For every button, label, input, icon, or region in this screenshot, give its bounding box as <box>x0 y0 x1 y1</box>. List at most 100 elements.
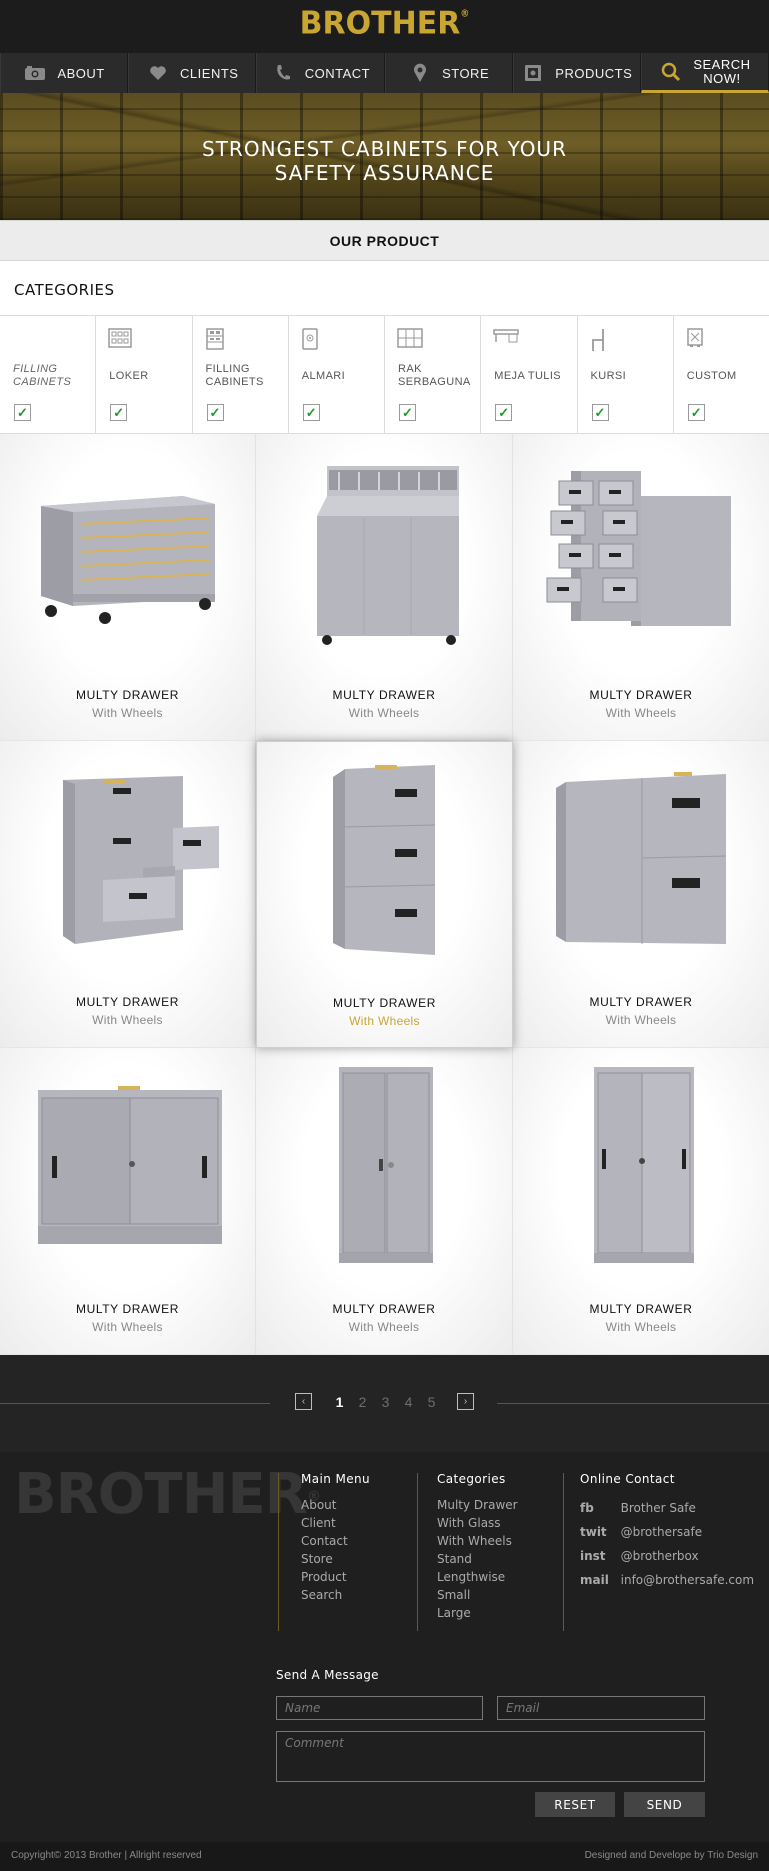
footer-category-link[interactable]: With Wheels <box>437 1532 518 1550</box>
category-almari[interactable]: ALMARI ✓ <box>289 316 385 433</box>
category-checkbox[interactable]: ✓ <box>399 404 416 421</box>
main-nav: ABOUT CLIENTS CONTACT STORE PRODUCTS SEA… <box>0 53 769 93</box>
pagination: ‹ 1 2 3 4 5 › <box>0 1355 769 1452</box>
page-5[interactable]: 5 <box>420 1394 443 1410</box>
product-card[interactable]: MULTY DRAWER With Wheels <box>513 1048 769 1355</box>
footer-link-contact[interactable]: Contact <box>301 1532 370 1550</box>
page-2[interactable]: 2 <box>351 1394 374 1410</box>
category-checkbox[interactable]: ✓ <box>591 404 609 421</box>
footer-category-link[interactable]: Multy Drawer <box>437 1496 518 1514</box>
category-meja-tulis[interactable]: MEJA TULIS ✓ <box>481 316 578 433</box>
category-rak-serbaguna[interactable]: RAK SERBAGUNA ✓ <box>385 316 482 433</box>
footer-link-product[interactable]: Product <box>301 1568 370 1586</box>
footer-category-link[interactable]: Lengthwise <box>437 1568 518 1586</box>
contact-twitter[interactable]: twit @brothersafe <box>580 1520 754 1544</box>
brand-logo[interactable]: BROTHER® <box>0 5 769 42</box>
category-filling-cabinets[interactable]: FILLING CABINETS ✓ <box>193 316 289 433</box>
product-name: MULTY DRAWER <box>332 688 436 702</box>
category-label: CUSTOM <box>686 369 737 382</box>
prev-page-button[interactable]: ‹ <box>295 1393 312 1410</box>
send-message-title: Send A Message <box>276 1668 379 1682</box>
product-card-highlighted[interactable]: MULTY DRAWER With Wheels <box>256 741 513 1048</box>
footer-link-about[interactable]: About <box>301 1496 370 1514</box>
category-label: KURSI <box>590 369 627 382</box>
category-checkbox[interactable]: ✓ <box>495 404 513 421</box>
designer-credit[interactable]: Designed and Develope by Trio Design <box>585 1850 758 1861</box>
category-checkbox[interactable]: ✓ <box>687 404 705 421</box>
reset-button[interactable]: RESET <box>535 1792 615 1817</box>
footer-divider <box>417 1473 418 1631</box>
category-checkbox[interactable]: ✓ <box>302 404 320 421</box>
contact-facebook[interactable]: fb Brother Safe <box>580 1496 754 1520</box>
category-loker[interactable]: LOKER ✓ <box>96 316 193 433</box>
top-bar: BROTHER® <box>0 0 769 53</box>
name-input[interactable]: Name <box>276 1696 483 1720</box>
product-image <box>0 456 255 646</box>
heart-icon <box>146 63 170 83</box>
page-4[interactable]: 4 <box>397 1394 420 1410</box>
categories-title: CATEGORIES <box>14 281 115 299</box>
product-subtitle: With Wheels <box>348 706 420 720</box>
contact-instagram[interactable]: inst @brotherbox <box>580 1544 754 1568</box>
nav-clients[interactable]: CLIENTS <box>128 53 257 93</box>
category-label: FILLING CABINETS <box>205 363 264 388</box>
category-custom[interactable]: CUSTOM ✓ <box>674 316 769 433</box>
product-card[interactable]: MULTY DRAWER With Wheels <box>513 741 769 1048</box>
category-label: ALMARI <box>301 369 346 382</box>
footer-category-link[interactable]: Small <box>437 1586 518 1604</box>
product-subtitle: With Wheels <box>92 1013 163 1027</box>
custom-icon <box>686 328 710 348</box>
product-card[interactable]: MULTY DRAWER With Wheels <box>513 434 769 741</box>
category-label: MEJA TULIS <box>494 369 562 382</box>
footer-divider <box>278 1473 279 1631</box>
filing-cabinet-icon <box>205 328 229 350</box>
email-input[interactable]: Email <box>497 1696 705 1720</box>
page-1[interactable]: 1 <box>328 1394 351 1410</box>
chair-icon <box>590 328 614 351</box>
nav-contact[interactable]: CONTACT <box>256 53 385 93</box>
product-name: MULTY DRAWER <box>76 995 179 1009</box>
category-kursi[interactable]: KURSI ✓ <box>578 316 674 433</box>
page-3[interactable]: 3 <box>374 1394 397 1410</box>
bottom-bar: Copyright© 2013 Brother | Allright reser… <box>0 1842 769 1871</box>
product-card[interactable]: MULTY DRAWER With Wheels <box>0 741 256 1048</box>
footer-category-link[interactable]: Large <box>437 1604 518 1622</box>
nav-products[interactable]: PRODUCTS <box>512 53 641 93</box>
product-name: MULTY DRAWER <box>76 688 179 702</box>
category-filter: FILLING CABINETS ✓ LOKER ✓ FILLING CABIN… <box>0 315 769 434</box>
product-section: OUR PRODUCT CATEGORIES FILLING CABINETS … <box>0 220 769 1355</box>
next-page-button[interactable]: › <box>457 1393 474 1410</box>
footer-logo: BROTHER® <box>14 1462 321 1527</box>
product-card[interactable]: MULTY DRAWER With Wheels <box>0 434 256 741</box>
hero-banner: STRONGEST CABINETS FOR YOUR SAFETY ASSURA… <box>0 93 769 220</box>
product-name: MULTY DRAWER <box>589 688 693 702</box>
product-image <box>257 764 512 955</box>
desk-icon <box>493 328 519 348</box>
search-icon <box>659 62 683 82</box>
footer-link-search[interactable]: Search <box>301 1586 370 1604</box>
nav-about[interactable]: ABOUT <box>0 53 129 93</box>
product-subtitle: With Wheels <box>605 1320 677 1334</box>
product-image <box>0 1070 255 1260</box>
nav-store-label: STORE <box>442 65 490 81</box>
product-card[interactable]: MULTY DRAWER With Wheels <box>0 1048 256 1355</box>
product-subtitle: With Wheels <box>348 1320 420 1334</box>
category-checkbox[interactable]: ✓ <box>110 404 128 421</box>
category-checkbox[interactable]: ✓ <box>14 404 31 421</box>
footer-link-store[interactable]: Store <box>301 1550 370 1568</box>
contact-mail[interactable]: mail info@brothersafe.com <box>580 1568 754 1592</box>
category-checkbox[interactable]: ✓ <box>206 404 224 421</box>
footer-category-link[interactable]: Stand <box>437 1550 518 1568</box>
footer-link-client[interactable]: Client <box>301 1514 370 1532</box>
product-card[interactable]: MULTY DRAWER With Wheels <box>256 1048 513 1355</box>
footer-category-link[interactable]: With Glass <box>437 1514 518 1532</box>
send-button[interactable]: SEND <box>624 1792 705 1817</box>
nav-store[interactable]: STORE <box>384 53 513 93</box>
search-now-button[interactable]: SEARCH NOW! <box>640 53 769 93</box>
category-label: LOKER <box>109 369 149 382</box>
category-filling-cabinets-active[interactable]: FILLING CABINETS ✓ <box>0 316 97 433</box>
product-card[interactable]: MULTY DRAWER With Wheels <box>256 434 513 741</box>
shelf-icon <box>397 328 423 348</box>
product-name: MULTY DRAWER <box>76 1302 179 1316</box>
comment-textarea[interactable]: Comment <box>276 1731 705 1782</box>
